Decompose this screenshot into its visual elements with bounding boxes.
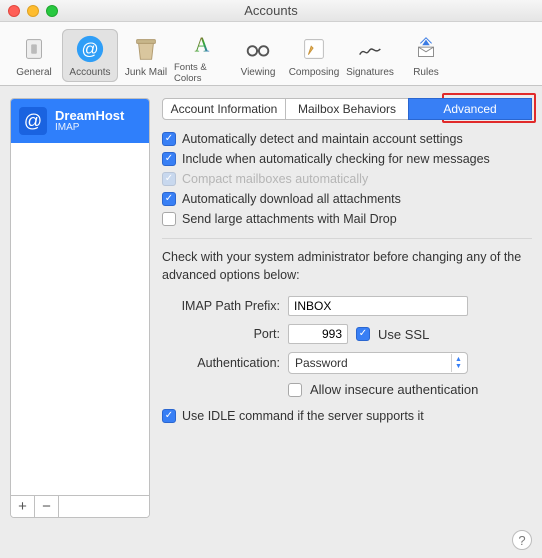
at-icon: @ xyxy=(19,107,47,135)
tool-label: Fonts & Colors xyxy=(174,62,230,84)
window-title: Accounts xyxy=(0,3,542,18)
imap-prefix-input[interactable] xyxy=(288,296,468,316)
checkbox-icon[interactable] xyxy=(162,409,176,423)
chevron-updown-icon: ▲▼ xyxy=(451,354,465,372)
account-name: DreamHost xyxy=(55,109,124,122)
trash-icon xyxy=(130,33,162,65)
checkbox-icon xyxy=(162,212,176,226)
admin-note: Check with your system administrator bef… xyxy=(162,249,532,284)
tool-label: Accounts xyxy=(69,67,110,78)
sidebar-footer-spacer xyxy=(59,496,149,517)
account-tabs: Account Information Mailbox Behaviors Ad… xyxy=(162,98,532,120)
check-include-auto-check[interactable]: Include when automatically checking for … xyxy=(162,152,532,166)
check-label: Automatically detect and maintain accoun… xyxy=(182,132,463,146)
allow-insecure-label[interactable]: Allow insecure authentication xyxy=(310,382,478,397)
svg-text:A: A xyxy=(195,34,210,56)
tool-viewing[interactable]: Viewing xyxy=(230,29,286,82)
checkbox-icon xyxy=(162,152,176,166)
svg-text:@: @ xyxy=(81,40,98,59)
remove-account-button[interactable]: − xyxy=(35,496,59,517)
check-compact-mailboxes: Compact mailboxes automatically xyxy=(162,172,532,186)
help-button[interactable]: ? xyxy=(512,530,532,550)
rules-icon xyxy=(410,33,442,65)
tab-account-information[interactable]: Account Information xyxy=(162,98,286,120)
check-label: Automatically download all attachments xyxy=(182,192,401,206)
check-mail-drop[interactable]: Send large attachments with Mail Drop xyxy=(162,212,532,226)
tool-label: Signatures xyxy=(346,67,394,78)
divider xyxy=(162,238,532,239)
check-label: Send large attachments with Mail Drop xyxy=(182,212,397,226)
tab-advanced[interactable]: Advanced xyxy=(408,98,532,120)
preferences-toolbar: General @ Accounts Junk Mail A Fonts & C… xyxy=(0,22,542,86)
check-download-attachments[interactable]: Automatically download all attachments xyxy=(162,192,532,206)
tool-label: General xyxy=(16,67,52,78)
checkbox-icon[interactable] xyxy=(356,327,370,341)
checkbox-icon xyxy=(162,172,176,186)
tool-composing[interactable]: Composing xyxy=(286,29,342,82)
tool-label: Composing xyxy=(289,67,340,78)
font-icon: A xyxy=(186,28,218,60)
switch-icon xyxy=(18,33,50,65)
check-label: Compact mailboxes automatically xyxy=(182,172,368,186)
tab-mailbox-behaviors[interactable]: Mailbox Behaviors xyxy=(285,98,409,120)
titlebar[interactable]: Accounts xyxy=(0,0,542,22)
accounts-sidebar: @ DreamHost IMAP + − xyxy=(10,98,150,518)
authentication-select[interactable]: Password ▲▼ xyxy=(288,352,468,374)
tool-label: Junk Mail xyxy=(125,67,167,78)
check-label: Include when automatically checking for … xyxy=(182,152,490,166)
checkbox-icon[interactable] xyxy=(288,383,302,397)
check-auto-detect[interactable]: Automatically detect and maintain accoun… xyxy=(162,132,532,146)
at-icon: @ xyxy=(74,33,106,65)
account-protocol: IMAP xyxy=(55,122,124,133)
authentication-value: Password xyxy=(295,356,348,370)
tool-general[interactable]: General xyxy=(6,29,62,82)
tool-accounts[interactable]: @ Accounts xyxy=(62,29,118,82)
tool-label: Viewing xyxy=(241,67,276,78)
use-ssl-label[interactable]: Use SSL xyxy=(378,327,429,342)
signature-icon xyxy=(354,33,386,65)
glasses-icon xyxy=(242,33,274,65)
tool-rules[interactable]: Rules xyxy=(398,29,454,82)
tool-junk-mail[interactable]: Junk Mail xyxy=(118,29,174,82)
tool-signatures[interactable]: Signatures xyxy=(342,29,398,82)
tool-label: Rules xyxy=(413,67,439,78)
account-item[interactable]: @ DreamHost IMAP xyxy=(11,99,149,143)
authentication-label: Authentication: xyxy=(162,356,280,370)
checkbox-icon xyxy=(162,192,176,206)
tool-fonts-colors[interactable]: A Fonts & Colors xyxy=(174,24,230,88)
use-idle-label[interactable]: Use IDLE command if the server supports … xyxy=(182,409,424,423)
add-account-button[interactable]: + xyxy=(11,496,35,517)
checkbox-icon xyxy=(162,132,176,146)
compose-icon xyxy=(298,33,330,65)
port-input[interactable] xyxy=(288,324,348,344)
sidebar-empty xyxy=(11,143,149,495)
port-label: Port: xyxy=(162,327,280,341)
imap-prefix-label: IMAP Path Prefix: xyxy=(162,299,280,313)
